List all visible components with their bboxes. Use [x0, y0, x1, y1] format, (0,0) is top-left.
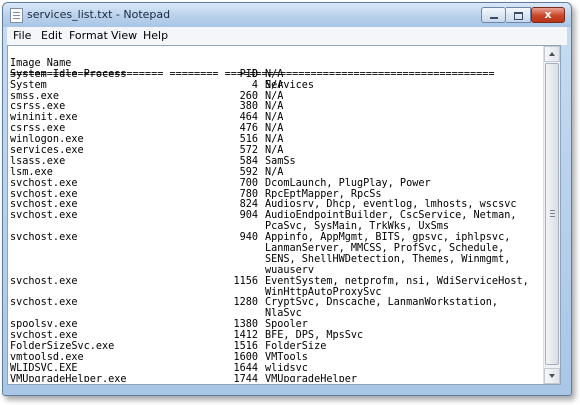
menu-bar: File Edit Format View Help	[7, 27, 567, 46]
vertical-scrollbar[interactable]	[543, 46, 560, 384]
process-services: EventSystem, netprofm, nsi, WdiServiceHo…	[265, 275, 529, 287]
window-title: services_list.txt - Notepad	[27, 8, 171, 21]
close-icon[interactable]: x	[531, 7, 565, 23]
process-name: svchost.exe	[10, 210, 78, 222]
menu-file[interactable]: File	[13, 29, 31, 42]
process-pid: 0	[251, 68, 258, 80]
document-text[interactable]: Image Name PID Services ================…	[10, 48, 542, 382]
notepad-window: services_list.txt - Notepad x File Edit …	[2, 2, 572, 396]
process-pid: 1156	[233, 275, 258, 287]
scrollbar-thumb[interactable]	[545, 63, 559, 365]
table-row: svchost.exe 700 DcomLaunch, PlugPlay, Powe…	[10, 177, 542, 190]
text-editor-area[interactable]: Image Name PID Services ================…	[7, 45, 561, 385]
process-name: System	[10, 79, 47, 91]
process-pid: 940	[239, 232, 258, 244]
table-row: svchost.exe 1156 EventSystem, netprofm, ns…	[10, 275, 542, 288]
process-name: svchost.exe	[10, 177, 78, 189]
process-name: svchost.exe	[10, 275, 78, 287]
process-name: VMUpgradeHelper.exe	[10, 373, 127, 382]
scroll-down-button[interactable]	[544, 368, 560, 384]
scroll-up-button[interactable]	[544, 46, 560, 62]
table-row: System 4 N/A	[10, 79, 542, 92]
menu-help[interactable]: Help	[143, 29, 168, 42]
menu-view[interactable]: View	[111, 29, 137, 42]
title-bar[interactable]: services_list.txt - Notepad x	[3, 3, 571, 27]
process-name: svchost.exe	[10, 232, 78, 244]
close-glyph: x	[544, 8, 552, 21]
process-pid: 700	[239, 177, 258, 189]
arrow-up-icon	[549, 52, 555, 56]
table-row: VMUpgradeHelper.exe 1744 VMUpgradeHelper	[10, 373, 542, 382]
process-services: N/A	[265, 79, 284, 91]
notepad-icon[interactable]	[10, 8, 23, 23]
minimize-icon[interactable]	[481, 7, 506, 23]
process-name: svchost.exe	[10, 297, 78, 309]
menu-format[interactable]: Format	[69, 29, 108, 42]
process-pid: 1744	[233, 373, 258, 382]
header-row: Image Name PID Services	[10, 48, 542, 91]
process-services: VMUpgradeHelper	[265, 373, 358, 382]
maximize-icon[interactable]	[506, 7, 531, 23]
arrow-down-icon	[549, 374, 555, 378]
menu-edit[interactable]: Edit	[41, 29, 62, 42]
grip-icon	[550, 210, 555, 217]
process-pid: 904	[239, 210, 258, 222]
process-pid: 4	[251, 79, 258, 91]
process-pid: 1280	[233, 297, 258, 309]
process-services: DcomLaunch, PlugPlay, Power	[265, 177, 431, 189]
